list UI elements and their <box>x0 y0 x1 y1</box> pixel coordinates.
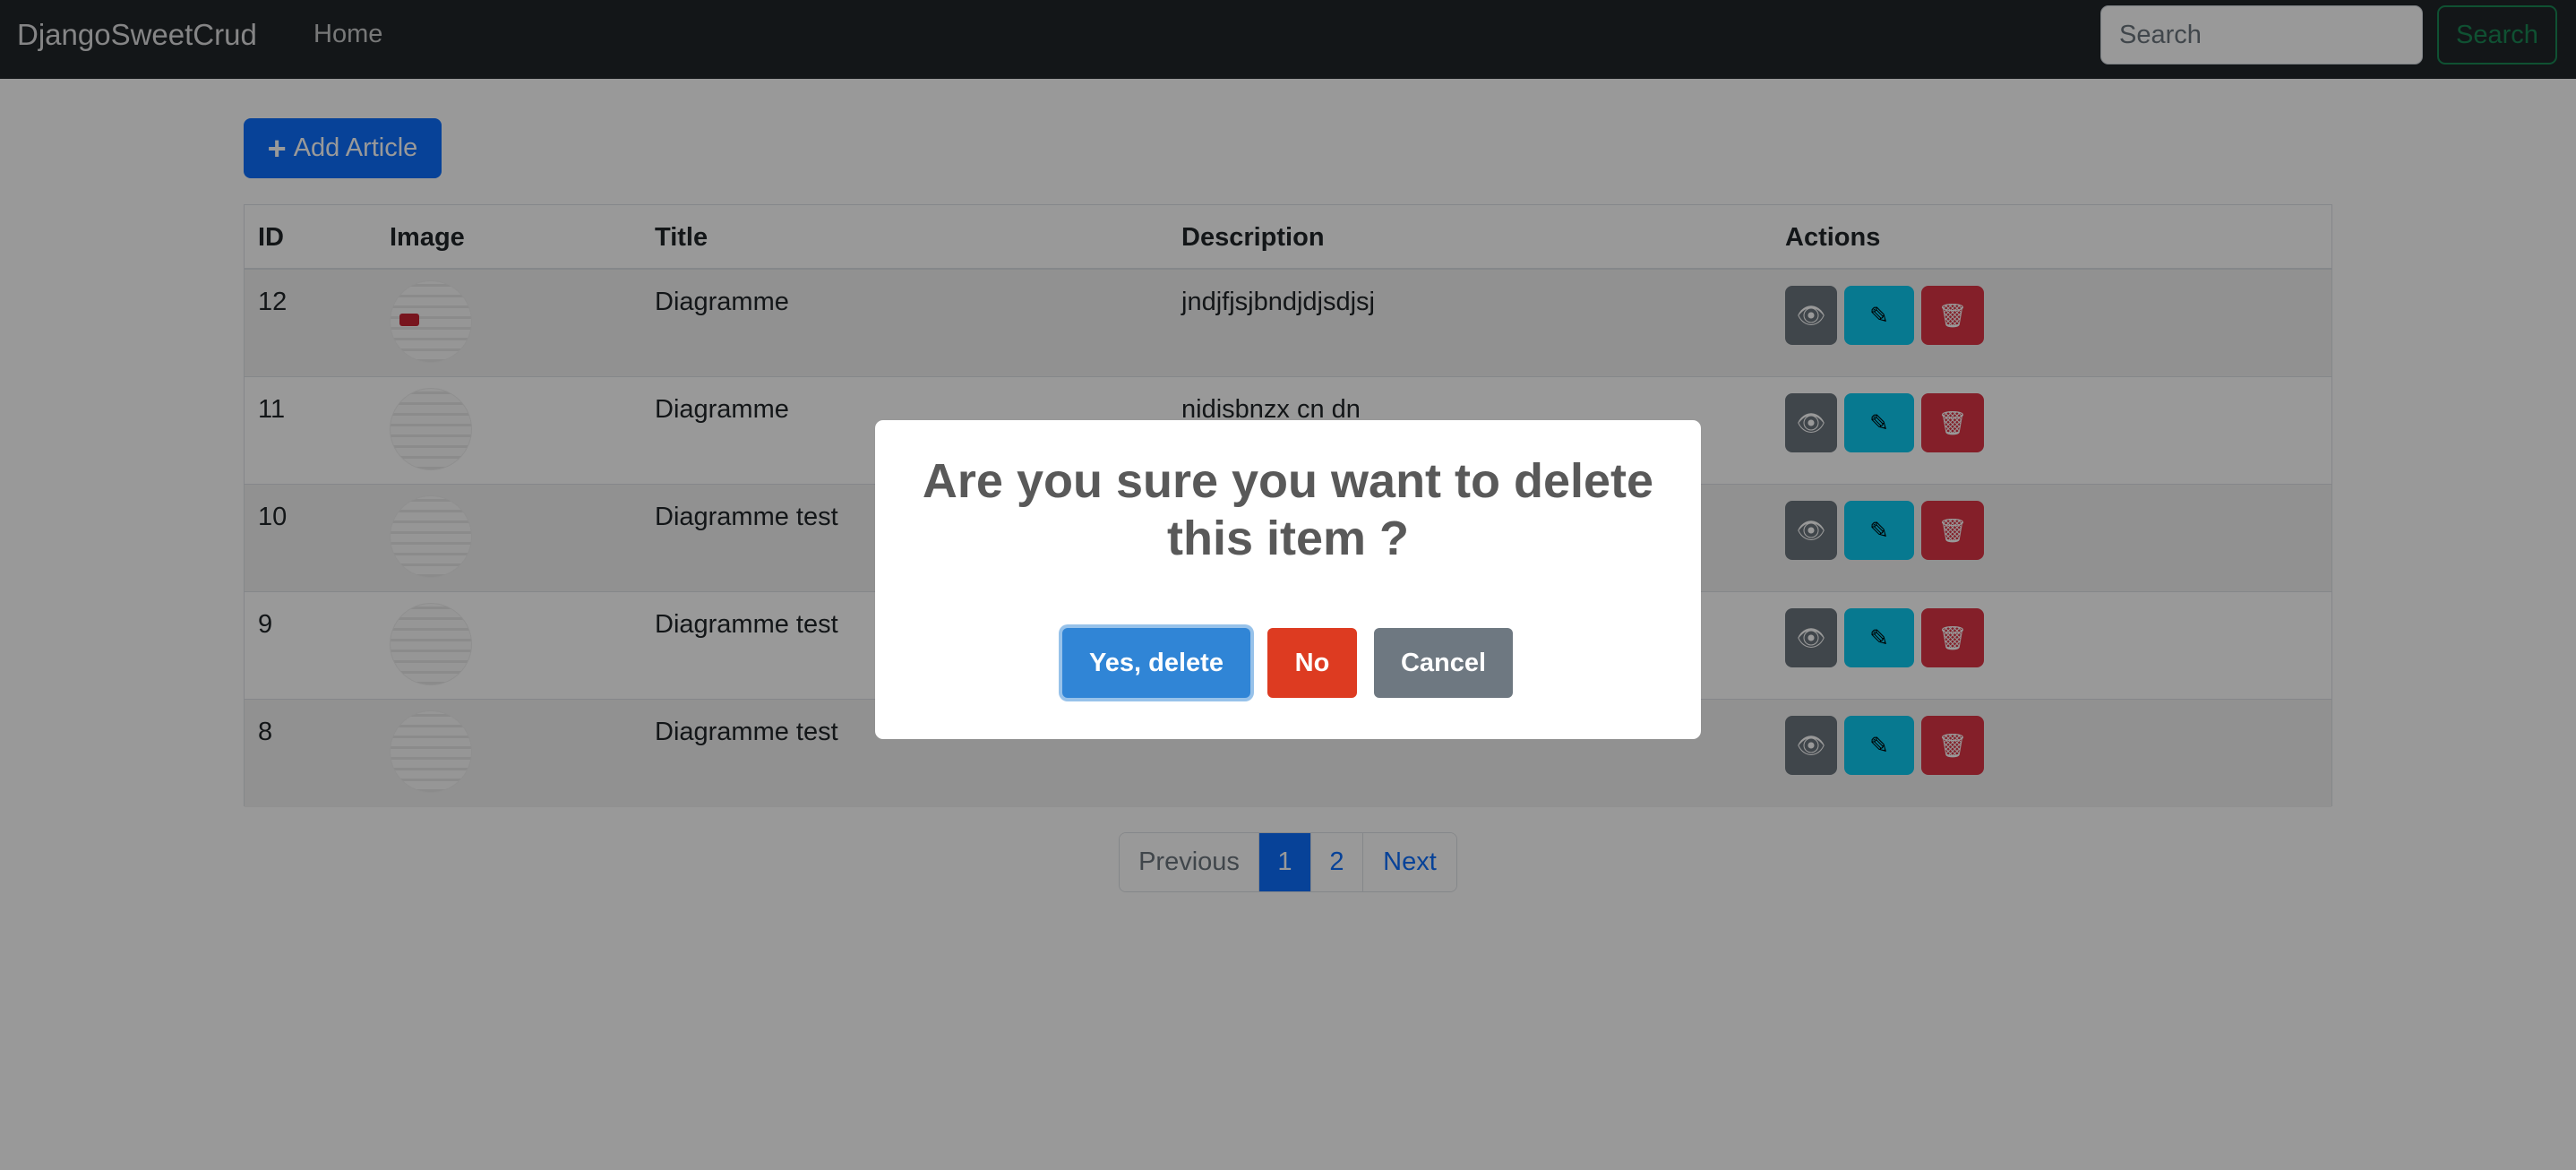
dialog-title: Are you sure you want to delete this ite… <box>922 454 1654 565</box>
confirm-delete-button[interactable]: Yes, delete <box>1062 628 1250 698</box>
confirm-delete-dialog: Are you sure you want to delete this ite… <box>875 420 1701 739</box>
cancel-button[interactable]: Cancel <box>1374 628 1513 698</box>
page: DjangoSweetCrud Home Search + Add Articl… <box>0 0 2576 1170</box>
deny-button[interactable]: No <box>1267 628 1357 698</box>
